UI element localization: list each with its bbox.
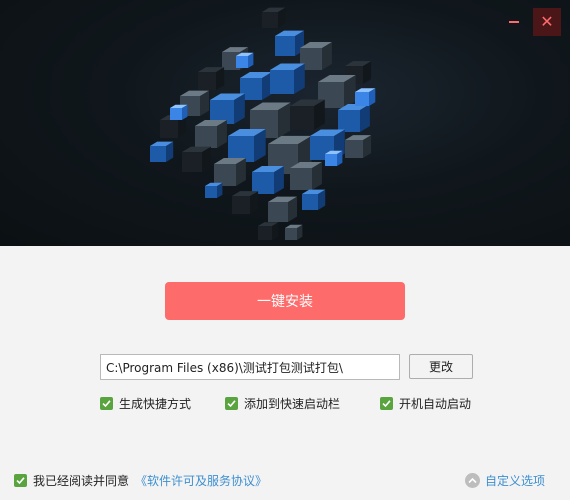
agreement-row: 我已经阅读并同意 《软件许可及服务协议》 [14,472,267,489]
cube-shape [210,93,245,124]
cube-shape [182,146,211,172]
cubes-artwork [150,7,376,240]
license-agreement-link[interactable]: 《软件许可及服务协议》 [135,472,267,489]
custom-options-label: 自定义选项 [485,474,546,488]
cube-shape [236,52,254,68]
cube-shape [355,88,376,106]
cube-shape [170,104,188,120]
cube-shape [198,67,225,90]
option-label: 生成快捷方式 [119,397,192,411]
minimize-button[interactable] [500,8,528,36]
agreement-checkbox[interactable] [14,474,27,487]
close-button[interactable]: ✕ [533,8,561,36]
option-create-shortcut[interactable]: 生成快捷方式 [100,395,191,412]
cube-shape [262,7,286,28]
cube-shape [214,158,246,186]
cube-shape [285,224,303,240]
cube-shape [325,150,343,166]
cube-shape [228,128,266,162]
cube-shape [205,182,223,198]
checkbox-checked-icon[interactable] [100,397,113,410]
cube-shape [302,189,326,210]
one-click-install-button[interactable]: 一键安装 [165,282,405,320]
checkbox-checked-icon[interactable] [225,397,238,410]
cube-shape [270,63,305,94]
custom-options-button[interactable]: 自定义选项 [465,472,545,489]
cube-shape [150,141,174,162]
close-icon: ✕ [540,12,554,31]
cube-shape [290,99,325,130]
change-path-button[interactable]: 更改 [409,354,473,379]
cube-shape [252,166,284,194]
cube-shape [338,104,370,132]
cube-shape [258,222,279,240]
cube-shape [268,196,297,222]
cube-shape [195,120,227,148]
cube-shape [345,135,372,158]
banner-image: ✕ [0,0,570,246]
option-auto-start[interactable]: 开机自动启动 [380,395,471,412]
chevron-up-icon [465,473,480,488]
cube-shape [275,30,304,56]
option-label: 添加到快速启动栏 [244,397,341,411]
option-label: 开机自动启动 [399,397,472,411]
cube-shape [290,162,322,190]
checkbox-checked-icon[interactable] [380,397,393,410]
option-quick-launch[interactable]: 添加到快速启动栏 [225,395,340,412]
cube-shape [232,191,259,214]
agreement-text: 我已经阅读并同意 [33,474,130,488]
install-path-input[interactable] [100,354,400,380]
minimize-icon [509,21,519,23]
